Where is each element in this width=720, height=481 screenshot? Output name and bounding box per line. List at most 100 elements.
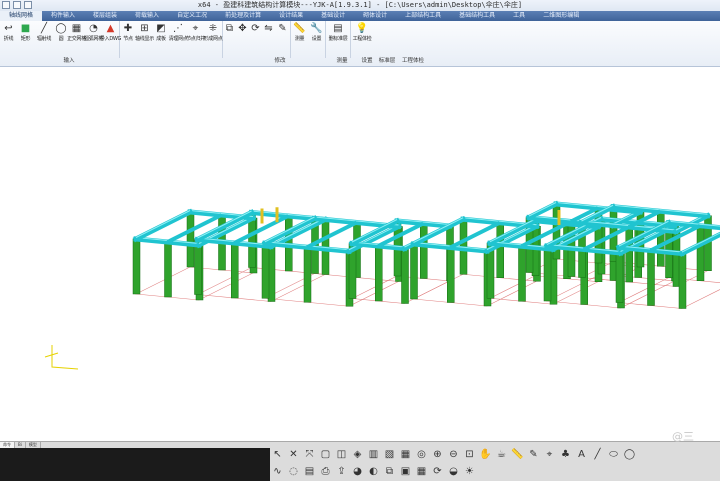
- tab-10[interactable]: 基础结构工具: [450, 11, 504, 21]
- tool-slab-button[interactable]: ◩成板: [153, 21, 169, 58]
- multi-select-icon[interactable]: ⤧: [302, 447, 317, 462]
- wall-icon[interactable]: ▥: [366, 447, 381, 462]
- radial-line-icon: ╱: [38, 23, 50, 35]
- column-3-5: [420, 224, 427, 279]
- move-icon: ✥: [237, 23, 249, 35]
- line-icon[interactable]: ╱: [590, 447, 605, 462]
- tool-mirror-button[interactable]: ⇋: [262, 21, 275, 58]
- color-icon[interactable]: ◕: [350, 464, 365, 479]
- tool-rotate-button[interactable]: ⟳: [249, 21, 262, 58]
- tool-circle-button[interactable]: ◯圆: [54, 21, 68, 58]
- floor-plate-4: [414, 274, 537, 306]
- model-viewport[interactable]: [0, 67, 720, 441]
- tool-label: 导入DWG: [100, 36, 121, 42]
- tool-measure-button[interactable]: 📏测量: [291, 21, 308, 58]
- zoom-in-icon[interactable]: ⊕: [430, 447, 445, 462]
- column-1-4: [231, 243, 238, 298]
- table-icon[interactable]: ▦: [414, 464, 429, 479]
- zoom-window-icon[interactable]: ⊡: [462, 447, 477, 462]
- pencil-icon[interactable]: ✎: [526, 447, 541, 462]
- tool-axis-display-button[interactable]: ⊞轴线显示: [136, 21, 153, 58]
- tool-label: 矩形: [21, 36, 30, 42]
- tab-1[interactable]: 构件输入: [42, 11, 84, 21]
- import-dwg-icon: ▲: [105, 23, 117, 35]
- frame-icon[interactable]: ▦: [398, 447, 413, 462]
- settings-icon: 🔧: [311, 23, 323, 35]
- box-icon[interactable]: ◫: [334, 447, 349, 462]
- beam-highlight-7-3: [529, 203, 556, 217]
- tool-settings-button[interactable]: 🔧设置: [308, 21, 326, 58]
- column-3-1: [402, 249, 409, 304]
- copy-icon[interactable]: ⧉: [382, 464, 397, 479]
- tool-label: 设置: [312, 36, 321, 42]
- column-9-4: [648, 251, 655, 306]
- tab-2[interactable]: 楼层组装: [84, 11, 126, 21]
- tab-8[interactable]: 砌体设计: [354, 11, 396, 21]
- tool-label: 成板: [156, 36, 165, 42]
- mirror-icon: ⇋: [263, 23, 275, 35]
- hide-icon[interactable]: ◌: [286, 464, 301, 479]
- cube-icon[interactable]: ◈: [350, 447, 365, 462]
- light-icon[interactable]: ☀: [462, 464, 477, 479]
- cross-select-icon[interactable]: ✕: [286, 447, 301, 462]
- ring-icon[interactable]: ◎: [414, 447, 429, 462]
- select-icon[interactable]: ↖: [270, 447, 285, 462]
- print-icon[interactable]: ⎙: [318, 464, 333, 479]
- tab-5[interactable]: 前处理及计算: [216, 11, 270, 21]
- layer-icon[interactable]: ▤: [302, 464, 317, 479]
- tool-orthogonal-grid-button[interactable]: ▦正交网格: [68, 21, 85, 58]
- palette-icon[interactable]: ◐: [366, 464, 381, 479]
- tab-3[interactable]: 荷载输入: [126, 11, 168, 21]
- tool-label: 形成网点: [204, 36, 223, 42]
- rotate-icon[interactable]: ⟳: [430, 464, 445, 479]
- ribbon-group-2: 测量: [328, 57, 356, 66]
- structure-3d-model: [0, 67, 720, 441]
- tool-form-grid-button[interactable]: ⁜形成网点: [204, 21, 223, 58]
- tab-4[interactable]: 自定义工况: [168, 11, 216, 21]
- coordinate-axes-icon: [52, 345, 78, 369]
- zoom-out-icon[interactable]: ⊖: [446, 447, 461, 462]
- tool-erase-button[interactable]: ✎: [275, 21, 291, 58]
- circle-icon[interactable]: ◯: [622, 447, 637, 462]
- tool-label: 节点归并: [186, 36, 205, 42]
- watermark: @三: [672, 428, 694, 444]
- tab-6[interactable]: 设计结果: [270, 11, 312, 21]
- column-4-4: [447, 248, 454, 303]
- node-icon[interactable]: ⌖: [542, 447, 557, 462]
- slab-icon[interactable]: ▧: [382, 447, 397, 462]
- tool-polyline-button[interactable]: ↩折线: [0, 21, 17, 58]
- curve-icon[interactable]: ∿: [270, 464, 285, 479]
- tool-clean-grid-button[interactable]: ⋰清理网点: [169, 21, 187, 58]
- ellipse-icon[interactable]: ⬭: [606, 447, 621, 462]
- window-icon[interactable]: ▢: [318, 447, 333, 462]
- text-icon[interactable]: A: [574, 447, 589, 462]
- column-8-4: [626, 227, 633, 282]
- tab-11[interactable]: 工具: [504, 11, 534, 21]
- tool-node-merge-button[interactable]: ⌖节点归并: [187, 21, 204, 58]
- tool-import-dwg-button[interactable]: ▲导入DWG: [102, 21, 120, 58]
- tool-move-button[interactable]: ✥: [236, 21, 249, 58]
- pan-icon[interactable]: ✋: [478, 447, 493, 462]
- paste-icon[interactable]: ▣: [398, 464, 413, 479]
- tool-copy-button[interactable]: ⧉: [223, 21, 236, 58]
- tree-icon[interactable]: ♣: [558, 447, 573, 462]
- bottom-toolbar: ↖✕⤧▢◫◈▥▧▦◎⊕⊖⊡✋☕📏✎⌖♣A╱⬭◯∿◌▤⎙⇪◕◐⧉▣▦⟳◒☀: [270, 446, 720, 481]
- teapot-icon[interactable]: ☕: [494, 447, 509, 462]
- tab-12[interactable]: 二维图形编辑: [534, 11, 588, 21]
- column-4-0: [411, 244, 418, 299]
- column-6-0: [544, 246, 551, 301]
- tool-project-check-button[interactable]: 💡工程体检: [351, 21, 373, 58]
- export-icon[interactable]: ⇪: [334, 464, 349, 479]
- tool-delete-floor-button[interactable]: ▤删标准层: [326, 21, 351, 58]
- tab-9[interactable]: 上部结构工具: [396, 11, 450, 21]
- ruler-icon[interactable]: 📏: [510, 447, 525, 462]
- column-0-3: [187, 212, 194, 267]
- command-line-area[interactable]: [0, 448, 270, 481]
- tool-node-button[interactable]: ✚节点: [120, 21, 136, 58]
- tool-rectangle-button[interactable]: ■矩形: [17, 21, 34, 58]
- tool-label: 圆: [59, 36, 64, 42]
- tool-radial-line-button[interactable]: ╱辐射线: [34, 21, 54, 58]
- tab-0[interactable]: 轴线网格: [0, 11, 42, 21]
- shade-icon[interactable]: ◒: [446, 464, 461, 479]
- tab-7[interactable]: 基础设计: [312, 11, 354, 21]
